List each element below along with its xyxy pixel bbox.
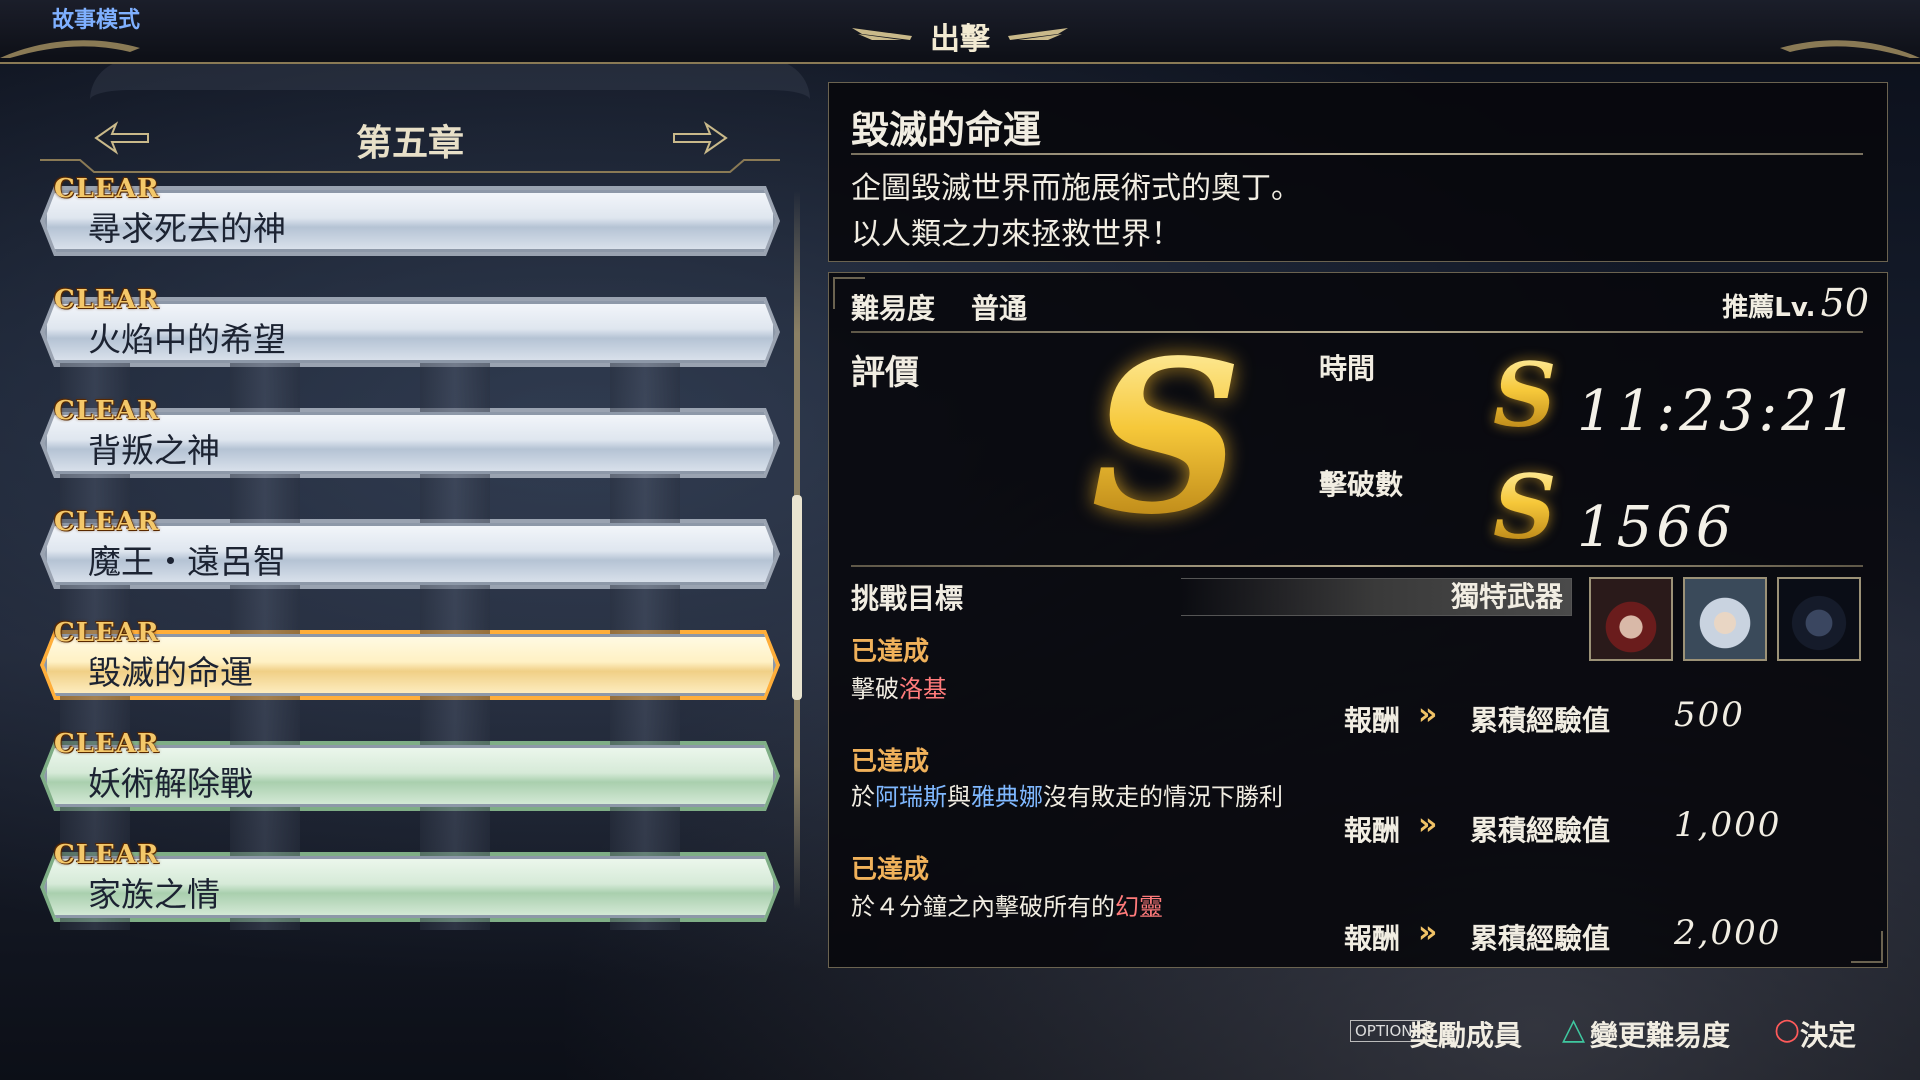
mission-info-panel: 毀滅的命運 企圖毀滅世界而施展術式的奧丁。 以人類之力來拯救世界！ xyxy=(828,82,1888,262)
reward-value: 500 xyxy=(1674,695,1745,735)
confirm-hint[interactable]: 決定 xyxy=(1800,1014,1856,1054)
difficulty-label: 難易度 xyxy=(851,292,936,325)
goal-condition: 於４分鐘之內擊破所有的幻靈 xyxy=(851,893,1163,921)
clear-badge: CLEAR xyxy=(54,285,160,315)
clear-badge: CLEAR xyxy=(54,507,160,537)
mission-item[interactable]: CLEAR 火焰中的希望 xyxy=(40,285,780,367)
kills-rank: S xyxy=(1493,455,1557,559)
mission-item-selected[interactable]: CLEAR 毀滅的命運 xyxy=(40,618,780,700)
reward-value: 2,000 xyxy=(1674,913,1782,953)
recommended-level-value: 50 xyxy=(1820,281,1869,325)
left-corner-ornament-icon xyxy=(0,40,140,58)
challenge-goals-label: 挑戰目標 xyxy=(851,582,964,615)
overall-rank: S xyxy=(1091,314,1243,561)
reward-label: 報酬 xyxy=(1344,704,1401,737)
goal-reward: 報酬 » 累積經驗值 500 xyxy=(1344,695,1864,739)
triangle-button-icon[interactable]: △ xyxy=(1562,1012,1585,1047)
reward-kind: 累積經驗值 xyxy=(1470,922,1611,955)
kills-label: 擊破數 xyxy=(1319,468,1404,501)
reward-kind: 累積經驗值 xyxy=(1470,704,1611,737)
circle-button-icon[interactable]: ○ xyxy=(1774,1012,1800,1047)
clear-badge: CLEAR xyxy=(54,618,160,648)
reward-members-hint[interactable]: 獎勵成員 xyxy=(1410,1014,1522,1054)
goal-status: 已達成 xyxy=(851,747,930,777)
reward-value: 1,000 xyxy=(1674,805,1782,845)
mission-item[interactable]: CLEAR 背叛之神 xyxy=(40,396,780,478)
clear-badge: CLEAR xyxy=(54,729,160,759)
goal-reward: 報酬 » 累積經驗值 1,000 xyxy=(1344,805,1864,849)
clear-badge: CLEAR xyxy=(54,840,160,870)
reward-kind: 累積經驗值 xyxy=(1470,814,1611,847)
chapter-selector: 第五章 xyxy=(40,110,780,173)
double-chevron-icon: » xyxy=(1418,915,1438,950)
goal-status: 已達成 xyxy=(851,637,930,667)
reward-label: 報酬 xyxy=(1344,922,1401,955)
change-difficulty-hint[interactable]: 變更難易度 xyxy=(1590,1014,1730,1054)
next-chapter-arrow-icon[interactable] xyxy=(670,118,730,158)
mission-list-scroll-thumb[interactable] xyxy=(792,495,802,700)
mission-name: 家族之情 xyxy=(88,875,220,914)
divider xyxy=(851,331,1863,333)
mission-item[interactable]: CLEAR 尋求死去的神 xyxy=(40,174,780,256)
time-label: 時間 xyxy=(1319,352,1376,385)
goal-condition: 擊破洛基 xyxy=(851,675,947,703)
unique-weapon-label: 獨特武器 xyxy=(1450,580,1563,613)
double-chevron-icon: » xyxy=(1418,807,1438,842)
mission-name: 魔王・遠呂智 xyxy=(88,542,286,581)
reward-label: 報酬 xyxy=(1344,814,1401,847)
goal-reward: 報酬 » 累積經驗值 2,000 xyxy=(1344,913,1864,957)
double-chevron-icon: » xyxy=(1418,697,1438,732)
portrait-white-haired-warrior-icon[interactable] xyxy=(1683,577,1767,661)
mission-item[interactable]: CLEAR 魔王・遠呂智 xyxy=(40,507,780,589)
time-rank: S xyxy=(1493,343,1557,447)
goal-status: 已達成 xyxy=(851,855,930,885)
mission-name: 尋求死去的神 xyxy=(88,209,286,248)
clear-badge: CLEAR xyxy=(54,396,160,426)
recommended-level-label: 推薦Lv. xyxy=(1722,293,1816,323)
mission-name: 背叛之神 xyxy=(88,431,220,470)
goal-condition: 於阿瑞斯與雅典娜沒有敗走的情況下勝利 xyxy=(851,783,1283,811)
clear-badge: CLEAR xyxy=(54,174,160,204)
portrait-hooded-warrior-icon[interactable] xyxy=(1589,577,1673,661)
divider xyxy=(851,153,1863,155)
mission-description-line: 企圖毀滅世界而施展術式的奧丁。 xyxy=(851,171,1301,206)
mission-title: 毀滅的命運 xyxy=(851,108,1042,152)
mission-name: 火焰中的希望 xyxy=(88,320,286,359)
time-value: 11:23:21 xyxy=(1577,379,1861,444)
divider xyxy=(851,565,1863,567)
kills-value: 1566 xyxy=(1577,495,1736,560)
recommended-level: 推薦Lv. 50 xyxy=(1722,281,1869,325)
mission-item[interactable]: CLEAR 家族之情 xyxy=(40,840,780,922)
mission-description-line: 以人類之力來拯救世界！ xyxy=(851,217,1181,252)
mission-name: 妖術解除戰 xyxy=(88,764,253,803)
button-hints: OPTIONS 獎勵成員 △ 變更難易度 ○ 決定 xyxy=(1350,1012,1910,1058)
mission-item[interactable]: CLEAR 妖術解除戰 xyxy=(40,729,780,811)
right-wing-ornament-icon xyxy=(1008,28,1068,40)
unique-weapon-bar: 獨特武器 xyxy=(1181,578,1572,616)
chapter-underline-ornament xyxy=(40,159,780,173)
difficulty-value: 普通 xyxy=(971,292,1028,325)
portrait-dark-demon-icon[interactable] xyxy=(1777,577,1861,661)
top-bar: 故事模式 出擊 xyxy=(0,0,1920,64)
right-corner-ornament-icon xyxy=(1780,40,1920,58)
mission-name: 毀滅的命運 xyxy=(88,653,253,692)
mission-results-panel: 難易度 普通 推薦Lv. 50 評價 S 時間 S 11:23:21 擊破數 S… xyxy=(828,272,1888,968)
rating-label: 評價 xyxy=(851,353,919,393)
